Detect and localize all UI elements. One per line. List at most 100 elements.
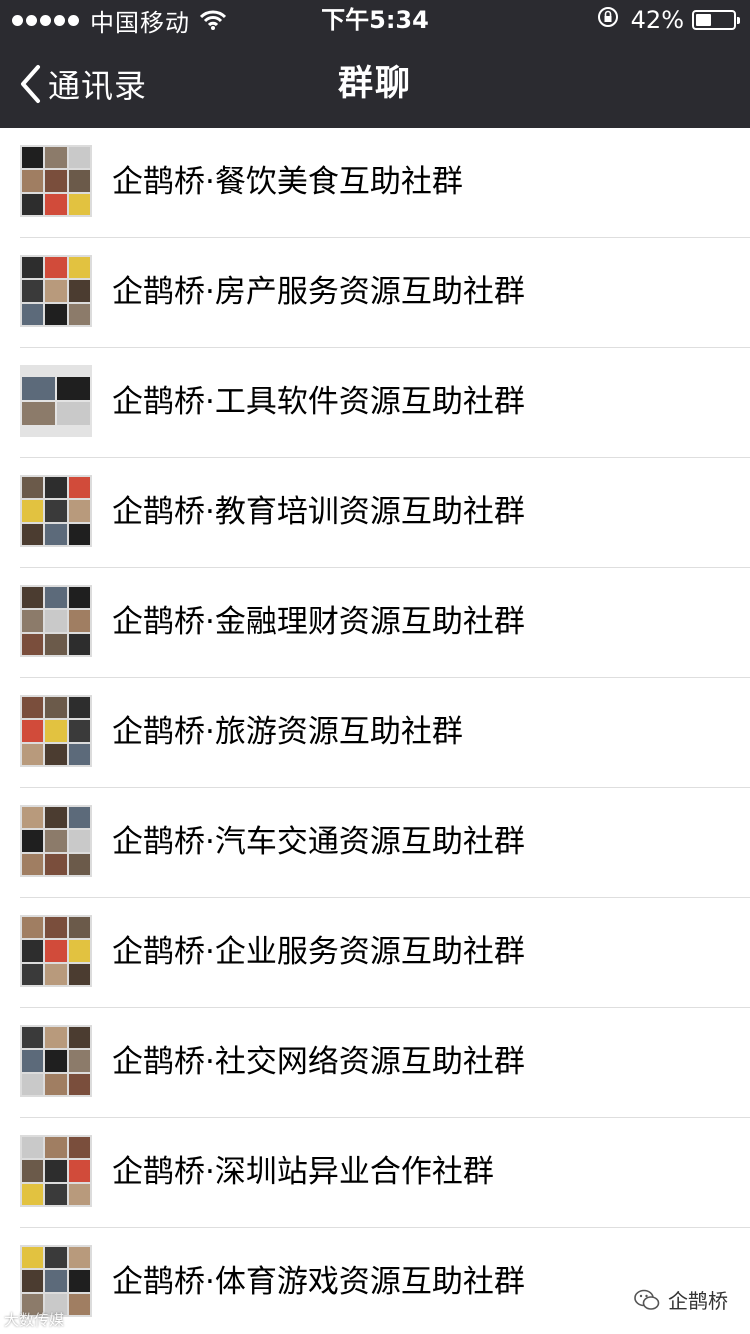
avatar-tile bbox=[22, 523, 44, 545]
group-name: 企鹊桥·金融理财资源互助社群 bbox=[112, 604, 525, 640]
avatar-tile bbox=[68, 1073, 90, 1095]
avatar-tile bbox=[68, 500, 90, 522]
avatar-tile bbox=[68, 257, 90, 279]
orientation-lock-icon bbox=[597, 6, 619, 34]
wechat-group-chats-screen: 中国移动 下午5:34 42% 通讯录 群聊 企鹊桥·餐饮美食互助社群 企鹊桥·… bbox=[0, 0, 750, 1334]
avatar-tile bbox=[68, 523, 90, 545]
avatar-tile bbox=[45, 477, 67, 499]
avatar-tile bbox=[45, 170, 67, 192]
avatar-tile bbox=[22, 697, 44, 719]
group-chat-item[interactable]: 企鹊桥·金融理财资源互助社群 bbox=[0, 568, 750, 678]
group-chat-item[interactable]: 企鹊桥·体育游戏资源互助社群 bbox=[0, 1228, 750, 1334]
avatar-tile bbox=[45, 743, 67, 765]
avatar-tile bbox=[22, 940, 44, 962]
avatar-tile bbox=[22, 303, 44, 325]
group-avatar bbox=[20, 805, 92, 877]
avatar-tile bbox=[22, 633, 44, 655]
group-name: 企鹊桥·企业服务资源互助社群 bbox=[112, 934, 525, 970]
avatar-tile bbox=[22, 1183, 44, 1205]
avatar-tile bbox=[22, 853, 44, 875]
avatar-tile bbox=[45, 610, 67, 632]
avatar-tile bbox=[45, 193, 67, 215]
avatar-tile bbox=[22, 402, 55, 425]
chevron-left-icon bbox=[21, 65, 40, 103]
avatar-tile bbox=[45, 280, 67, 302]
group-name: 企鹊桥·工具软件资源互助社群 bbox=[112, 384, 525, 420]
avatar-tile bbox=[68, 193, 90, 215]
navigation-bar: 通讯录 群聊 bbox=[0, 40, 750, 128]
group-chat-item[interactable]: 企鹊桥·社交网络资源互助社群 bbox=[0, 1008, 750, 1118]
avatar-tile bbox=[68, 917, 90, 939]
avatar-tile bbox=[68, 280, 90, 302]
avatar-tile bbox=[68, 1050, 90, 1072]
avatar-tile bbox=[68, 1247, 90, 1269]
group-chat-item[interactable]: 企鹊桥·汽车交通资源互助社群 bbox=[0, 788, 750, 898]
avatar-tile bbox=[22, 1073, 44, 1095]
avatar-tile bbox=[45, 1160, 67, 1182]
avatar-tile bbox=[68, 940, 90, 962]
avatar-tile bbox=[68, 1270, 90, 1292]
avatar-tile bbox=[68, 1293, 90, 1315]
group-chat-item[interactable]: 企鹊桥·教育培训资源互助社群 bbox=[0, 458, 750, 568]
group-avatar bbox=[20, 1245, 92, 1317]
avatar-tile bbox=[57, 377, 90, 400]
avatar-tile bbox=[22, 1137, 44, 1159]
status-right: 42% bbox=[597, 4, 740, 36]
battery-icon bbox=[692, 10, 740, 30]
group-chat-item[interactable]: 企鹊桥·深圳站异业合作社群 bbox=[0, 1118, 750, 1228]
avatar-tile bbox=[22, 720, 44, 742]
avatar-tile bbox=[45, 587, 67, 609]
group-chat-list: 企鹊桥·餐饮美食互助社群企鹊桥·房产服务资源互助社群 企鹊桥·工具软件资源互助社群… bbox=[0, 128, 750, 1334]
avatar-tile bbox=[68, 303, 90, 325]
avatar-tile bbox=[68, 1160, 90, 1182]
group-chat-item[interactable]: 企鹊桥·企业服务资源互助社群 bbox=[0, 898, 750, 1008]
avatar-tile bbox=[22, 1050, 44, 1072]
avatar-tile bbox=[68, 633, 90, 655]
wechat-icon bbox=[634, 1289, 660, 1310]
group-name: 企鹊桥·社交网络资源互助社群 bbox=[112, 1044, 525, 1080]
avatar-tile bbox=[68, 853, 90, 875]
avatar-tile bbox=[68, 963, 90, 985]
avatar-tile bbox=[68, 170, 90, 192]
avatar-tile bbox=[22, 917, 44, 939]
avatar-tile bbox=[45, 1073, 67, 1095]
group-chat-item[interactable]: 企鹊桥·房产服务资源互助社群 bbox=[0, 238, 750, 348]
avatar-tile bbox=[68, 147, 90, 169]
avatar-tile bbox=[22, 1027, 44, 1049]
avatar-tile bbox=[45, 830, 67, 852]
group-chat-item[interactable]: 企鹊桥·工具软件资源互助社群 bbox=[0, 348, 750, 458]
group-name: 企鹊桥·房产服务资源互助社群 bbox=[112, 274, 525, 310]
avatar-tile bbox=[22, 807, 44, 829]
avatar-tile bbox=[22, 257, 44, 279]
avatar-tile bbox=[22, 963, 44, 985]
avatar-tile bbox=[45, 853, 67, 875]
avatar-tile bbox=[45, 807, 67, 829]
group-avatar bbox=[20, 475, 92, 547]
group-chat-item[interactable]: 企鹊桥·旅游资源互助社群 bbox=[0, 678, 750, 788]
avatar-tile bbox=[45, 940, 67, 962]
avatar-tile bbox=[68, 743, 90, 765]
avatar-tile bbox=[45, 1027, 67, 1049]
avatar-tile bbox=[45, 500, 67, 522]
avatar-tile bbox=[22, 377, 55, 400]
watermark-left: 大数传媒 bbox=[4, 1311, 65, 1329]
avatar-tile bbox=[22, 1270, 44, 1292]
avatar-tile bbox=[68, 610, 90, 632]
back-label: 通讯录 bbox=[48, 67, 148, 105]
avatar-tile bbox=[45, 963, 67, 985]
group-name: 企鹊桥·体育游戏资源互助社群 bbox=[112, 1264, 525, 1300]
group-name: 企鹊桥·汽车交通资源互助社群 bbox=[112, 824, 525, 860]
group-name: 企鹊桥·教育培训资源互助社群 bbox=[112, 494, 525, 530]
avatar-tile bbox=[45, 1247, 67, 1269]
avatar-tile bbox=[22, 170, 44, 192]
avatar-tile bbox=[57, 402, 90, 425]
avatar-tile bbox=[22, 587, 44, 609]
group-avatar bbox=[20, 145, 92, 217]
avatar-tile bbox=[22, 500, 44, 522]
group-avatar bbox=[20, 695, 92, 767]
group-name: 企鹊桥·深圳站异业合作社群 bbox=[112, 1154, 494, 1190]
avatar-tile bbox=[22, 1160, 44, 1182]
group-chat-item[interactable]: 企鹊桥·餐饮美食互助社群 bbox=[0, 128, 750, 238]
avatar-tile bbox=[68, 1137, 90, 1159]
back-button[interactable]: 通讯录 bbox=[18, 40, 147, 128]
